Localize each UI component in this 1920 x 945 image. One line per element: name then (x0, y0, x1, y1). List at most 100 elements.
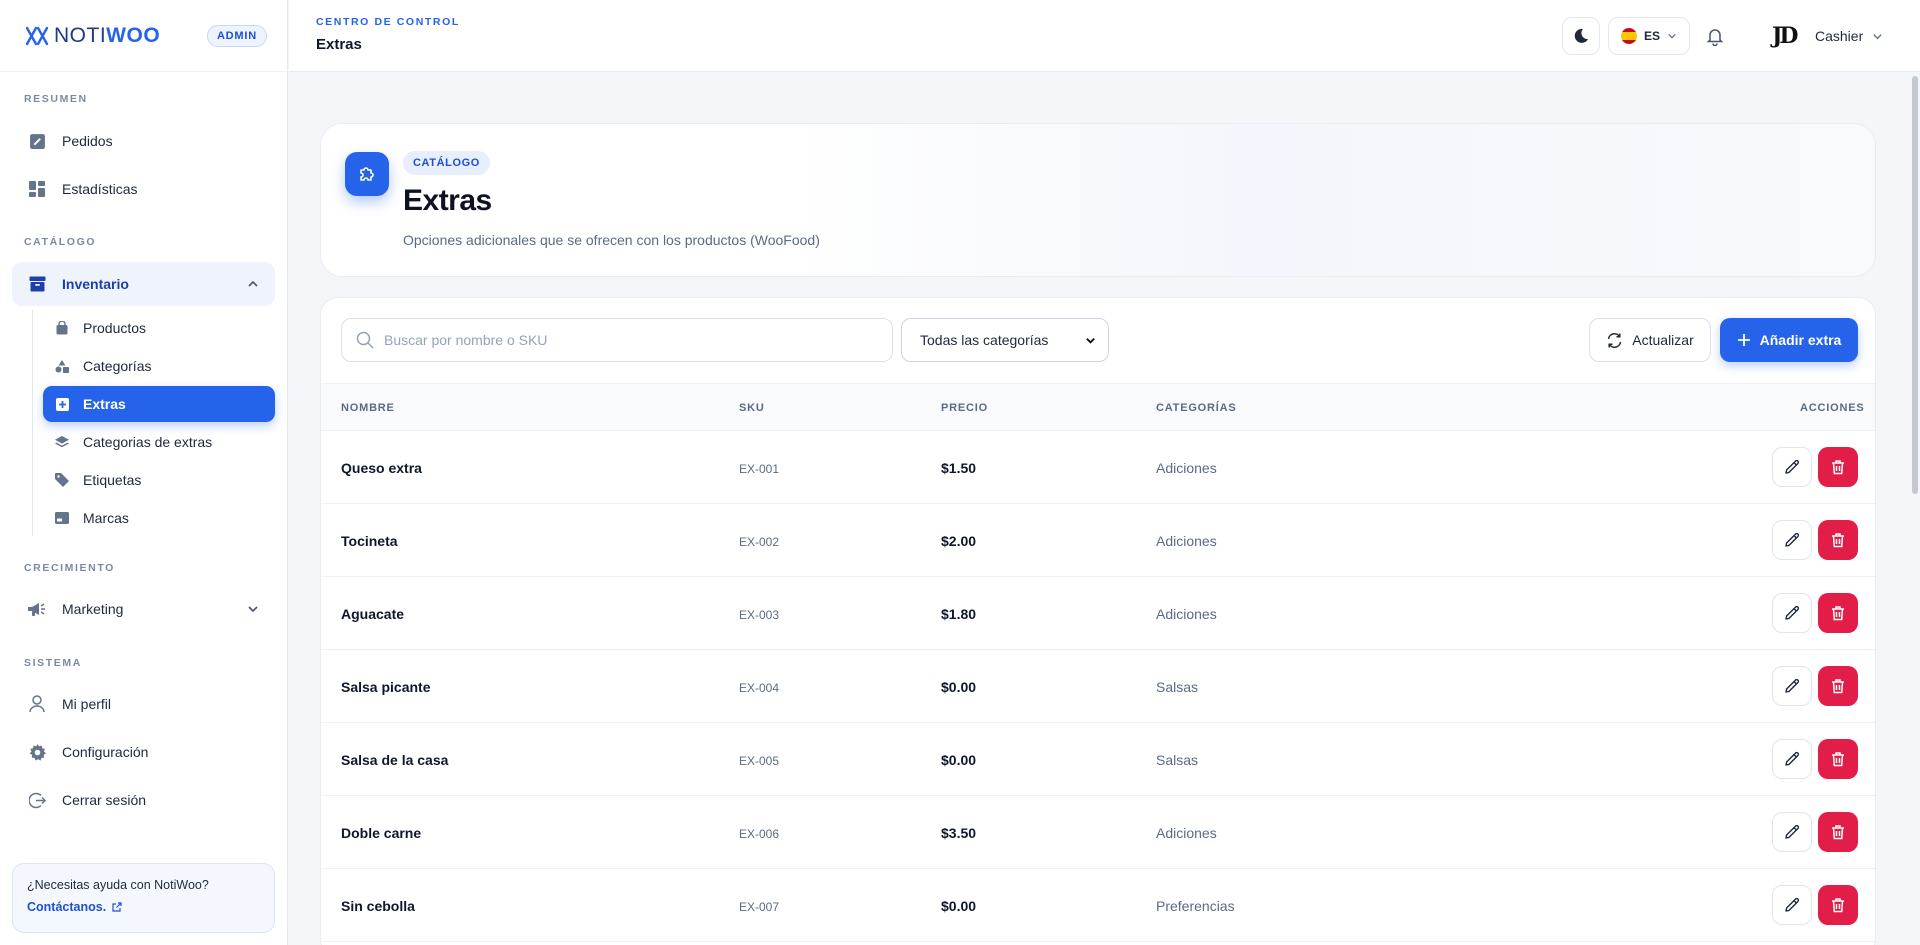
edit-button[interactable] (1772, 593, 1812, 633)
sidebar-subitem-categorias-extras[interactable]: Categorias de extras (43, 424, 275, 460)
edit-button[interactable] (1772, 885, 1812, 925)
sidebar-subitem-extras[interactable]: Extras (43, 386, 275, 422)
delete-button[interactable] (1818, 520, 1858, 560)
submenu-guide-line (32, 310, 33, 536)
megaphone-icon (28, 600, 46, 618)
page-scrollbar[interactable] (1912, 76, 1918, 494)
sidebar-item-pedidos[interactable]: Pedidos (12, 119, 275, 163)
cell-price: $1.50 (941, 460, 977, 476)
delete-button[interactable] (1818, 885, 1858, 925)
edit-button[interactable] (1772, 739, 1812, 779)
page-hero-card: CATÁLOGO Extras Opciones adicionales que… (320, 123, 1876, 277)
cell-price: $0.00 (941, 898, 977, 914)
sidebar-subitem-marcas[interactable]: Marcas (43, 500, 275, 536)
chevron-down-icon (247, 603, 259, 615)
language-selector[interactable]: ES (1608, 17, 1690, 55)
add-extra-label: Añadir extra (1759, 332, 1842, 348)
cell-sku: EX-001 (739, 462, 780, 476)
layers-icon (55, 435, 69, 449)
logo-icon (25, 26, 49, 45)
cell-price: $1.80 (941, 606, 977, 622)
pencil-icon (1784, 678, 1800, 694)
cell-category: Adiciones (1156, 606, 1217, 622)
table-row: Tocineta EX-002 $2.00 Adiciones (321, 504, 1875, 577)
brand-logo[interactable]: NOTIWOO (24, 24, 160, 48)
contact-link[interactable]: Contáctanos. (27, 900, 260, 914)
search-input[interactable] (384, 332, 864, 348)
column-header-categories: CATEGORÍAS (1156, 402, 1237, 414)
plus-square-icon (55, 397, 69, 411)
sidebar-item-inventario[interactable]: Inventario (12, 262, 275, 306)
cell-price: $0.00 (941, 679, 977, 695)
theme-toggle-button[interactable] (1562, 17, 1600, 55)
delete-button[interactable] (1818, 593, 1858, 633)
sidebar-item-configuracion[interactable]: Configuración (12, 730, 275, 774)
sidebar-item-label: Marketing (62, 601, 124, 617)
card-icon (55, 511, 69, 525)
brand: NOTIWOO ADMIN (0, 0, 287, 72)
hero-subtitle: Opciones adicionales que se ofrecen con … (403, 232, 820, 248)
sidebar-item-label: Pedidos (62, 133, 113, 149)
sidebar-subitem-label: Marcas (83, 510, 129, 526)
cell-sku: EX-003 (739, 608, 780, 622)
sidebar-item-label: Inventario (62, 276, 129, 292)
notifications-bell-icon[interactable] (1705, 26, 1725, 47)
category-filter-select[interactable]: Todas las categorías (901, 318, 1109, 362)
cell-sku: EX-005 (739, 754, 780, 768)
contact-link-label: Contáctanos. (27, 900, 107, 914)
cell-category: Preferencias (1156, 898, 1235, 914)
pencil-icon (1784, 751, 1800, 767)
delete-button[interactable] (1818, 812, 1858, 852)
cell-sku: EX-004 (739, 681, 780, 695)
table-row: Queso extra EX-001 $1.50 Adiciones (321, 431, 1875, 504)
cell-name: Queso extra (341, 460, 422, 476)
cell-name: Aguacate (341, 606, 405, 622)
gear-icon (28, 743, 46, 761)
extras-table-card: Todas las categorías Actualizar Añadir e… (320, 297, 1876, 945)
avatar: JD (1772, 23, 1799, 49)
chevron-down-icon (1668, 33, 1676, 39)
pencil-icon (1784, 459, 1800, 475)
trash-icon (1830, 678, 1846, 694)
sidebar-subitem-productos[interactable]: Productos (43, 310, 275, 346)
language-code: ES (1643, 29, 1660, 43)
edit-button[interactable] (1772, 812, 1812, 852)
cell-name: Salsa picante (341, 679, 431, 695)
hero-title: Extras (403, 184, 492, 217)
column-header-price: PRECIO (941, 402, 988, 414)
section-crecimiento: CRECIMIENTO (24, 562, 115, 574)
delete-button[interactable] (1818, 739, 1858, 779)
table-header: NOMBRE SKU PRECIO CATEGORÍAS ACCIONES (321, 383, 1875, 431)
archive-icon (28, 275, 46, 293)
edit-button[interactable] (1772, 447, 1812, 487)
cell-category: Adiciones (1156, 533, 1217, 549)
moon-icon (1574, 28, 1588, 43)
sidebar-item-logout[interactable]: Cerrar sesión (12, 778, 275, 822)
sidebar-subitem-label: Etiquetas (83, 472, 142, 488)
table-row: Sin cebolla EX-007 $0.00 Preferencias (321, 869, 1875, 942)
edit-button[interactable] (1772, 666, 1812, 706)
delete-button[interactable] (1818, 666, 1858, 706)
help-card: ¿Necesitas ayuda con NotiWoo? Contáctano… (12, 863, 275, 933)
cell-sku: EX-007 (739, 900, 780, 914)
refresh-button[interactable]: Actualizar (1589, 318, 1711, 362)
category-filter-value: Todas las categorías (920, 332, 1049, 348)
section-sistema: SISTEMA (24, 657, 82, 669)
edit-button[interactable] (1772, 520, 1812, 560)
sidebar-subitem-categorias[interactable]: Categorías (43, 348, 275, 384)
cell-name: Doble carne (341, 825, 422, 841)
help-question: ¿Necesitas ayuda con NotiWoo? (27, 878, 209, 892)
column-header-actions: ACCIONES (1800, 402, 1865, 414)
sidebar-subitem-etiquetas[interactable]: Etiquetas (43, 462, 275, 498)
cell-name: Tocineta (341, 533, 398, 549)
bag-icon (55, 321, 69, 335)
page-title: Extras (316, 36, 362, 53)
plus-icon (1737, 334, 1750, 346)
user-menu[interactable]: JD Cashier (1772, 19, 1883, 53)
sidebar-item-perfil[interactable]: Mi perfil (12, 682, 275, 726)
delete-button[interactable] (1818, 447, 1858, 487)
add-extra-button[interactable]: Añadir extra (1720, 318, 1858, 362)
sidebar-item-estadisticas[interactable]: Estadísticas (12, 167, 275, 211)
search-field[interactable] (341, 318, 893, 362)
sidebar-item-marketing[interactable]: Marketing (12, 587, 275, 631)
